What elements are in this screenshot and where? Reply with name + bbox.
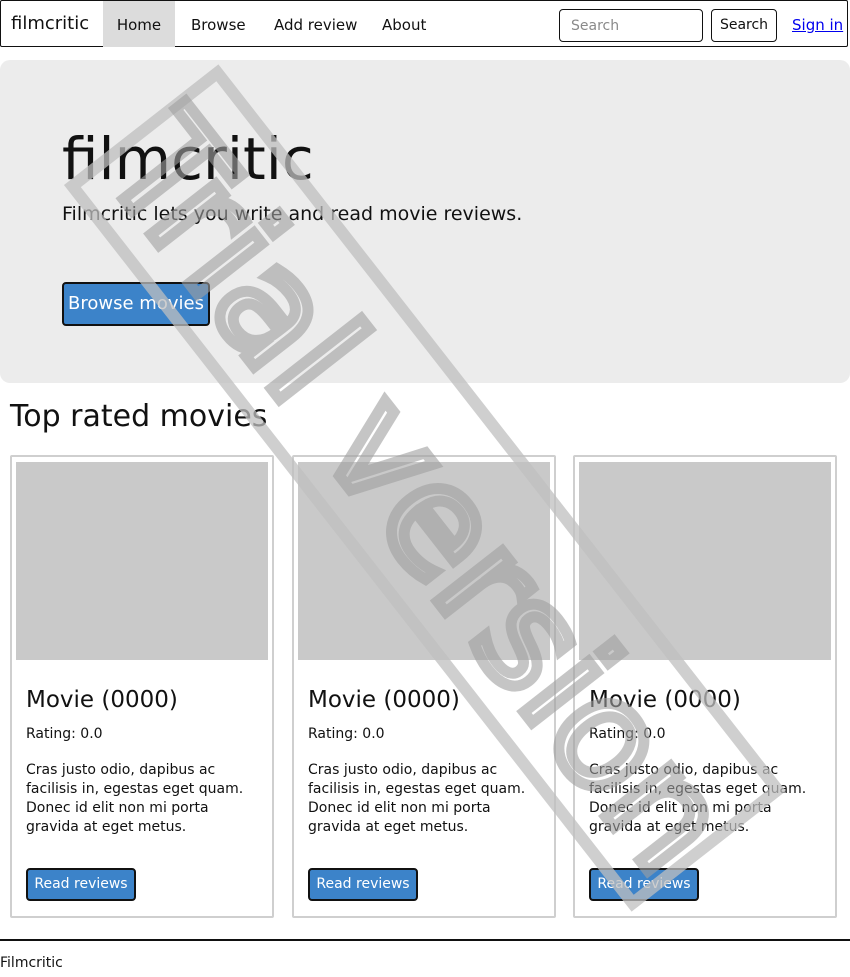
movie-poster-placeholder bbox=[579, 462, 831, 660]
brand-logo[interactable]: filmcritic bbox=[11, 13, 89, 34]
sign-in-link[interactable]: Sign in bbox=[792, 16, 843, 34]
nav-home[interactable]: Home bbox=[103, 1, 175, 47]
hero-title: filmcritic bbox=[62, 125, 314, 193]
read-reviews-button[interactable]: Read reviews bbox=[589, 868, 699, 901]
movie-title: Movie (0000) bbox=[308, 687, 460, 713]
movie-description: Cras justo odio, dapibus ac facilisis in… bbox=[308, 762, 526, 835]
movie-card: Movie (0000) Rating: 0.0 Cras justo odio… bbox=[573, 455, 837, 918]
movie-poster-placeholder bbox=[16, 462, 268, 660]
movie-card: Movie (0000) Rating: 0.0 Cras justo odio… bbox=[292, 455, 556, 918]
hero-section: filmcritic Filmcritic lets you write and… bbox=[0, 60, 850, 383]
navbar: filmcritic Home Browse Add review About … bbox=[0, 0, 848, 47]
search-input[interactable] bbox=[559, 9, 703, 42]
hero-subtitle: Filmcritic lets you write and read movie… bbox=[62, 203, 523, 225]
nav-about[interactable]: About bbox=[382, 1, 426, 47]
read-reviews-button[interactable]: Read reviews bbox=[308, 868, 418, 901]
movie-title: Movie (0000) bbox=[26, 687, 178, 713]
movie-rating: Rating: 0.0 bbox=[26, 726, 103, 742]
nav-browse[interactable]: Browse bbox=[191, 1, 246, 47]
search-button[interactable]: Search bbox=[711, 9, 777, 42]
footer-text: Filmcritic bbox=[0, 955, 63, 971]
movie-description: Cras justo odio, dapibus ac facilisis in… bbox=[26, 762, 244, 835]
nav-add-review[interactable]: Add review bbox=[274, 1, 357, 47]
movie-rating: Rating: 0.0 bbox=[589, 726, 666, 742]
browse-movies-button[interactable]: Browse movies bbox=[62, 282, 210, 326]
read-reviews-button[interactable]: Read reviews bbox=[26, 868, 136, 901]
footer-divider bbox=[0, 939, 850, 941]
movie-title: Movie (0000) bbox=[589, 687, 741, 713]
movie-poster-placeholder bbox=[298, 462, 550, 660]
movie-rating: Rating: 0.0 bbox=[308, 726, 385, 742]
movie-card: Movie (0000) Rating: 0.0 Cras justo odio… bbox=[10, 455, 274, 918]
section-title: Top rated movies bbox=[10, 399, 268, 434]
movie-description: Cras justo odio, dapibus ac facilisis in… bbox=[589, 762, 807, 835]
